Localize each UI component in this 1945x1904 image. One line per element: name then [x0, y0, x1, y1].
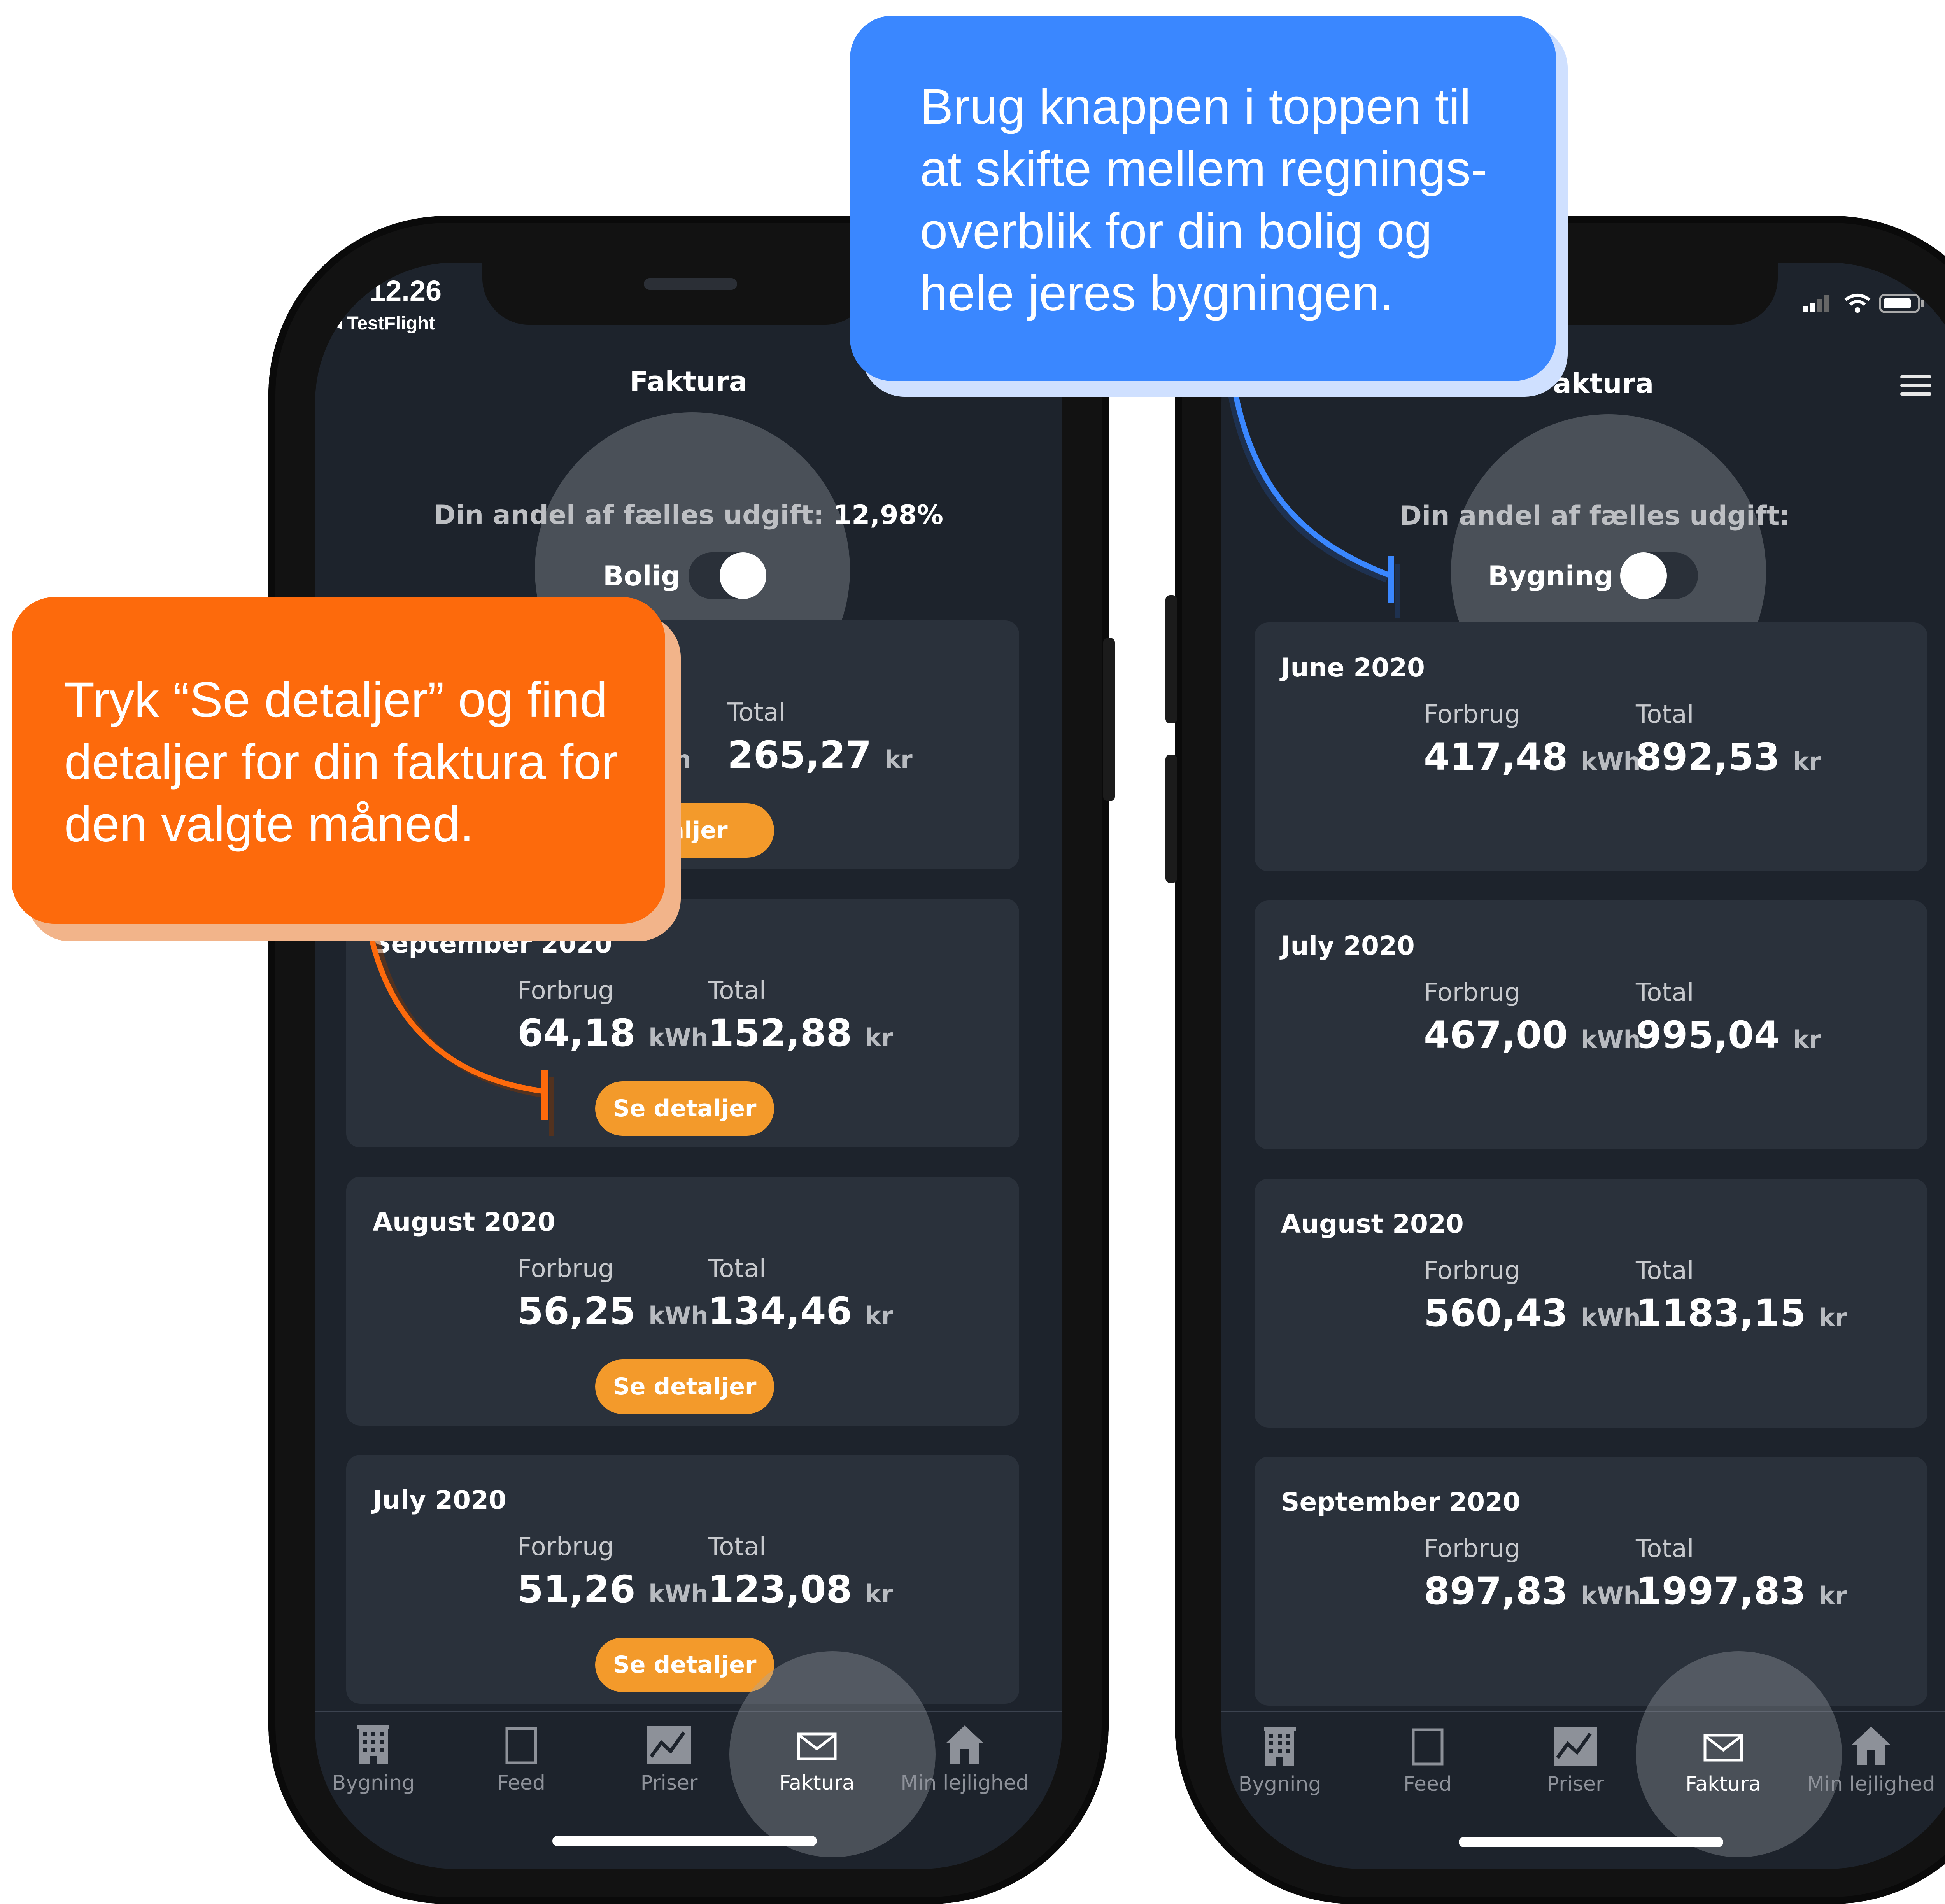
callout-line: overblik for din bolig og — [920, 203, 1432, 259]
callout-line: Tryk “Se detaljer” og find — [64, 672, 608, 728]
callout-line: hele jeres bygningen. — [920, 266, 1393, 321]
callout-line: at skifte mellem regnings- — [920, 141, 1488, 197]
callout-line: detaljer for din faktura for — [64, 734, 618, 790]
orange-callout-text: Tryk “Se detaljer” og find detaljer for … — [64, 669, 618, 856]
blue-callout-text: Brug knappen i toppen til at skifte mell… — [920, 76, 1487, 325]
callout-line: Brug knappen i toppen til — [920, 79, 1471, 135]
callout-line: den valgte måned. — [64, 797, 474, 852]
